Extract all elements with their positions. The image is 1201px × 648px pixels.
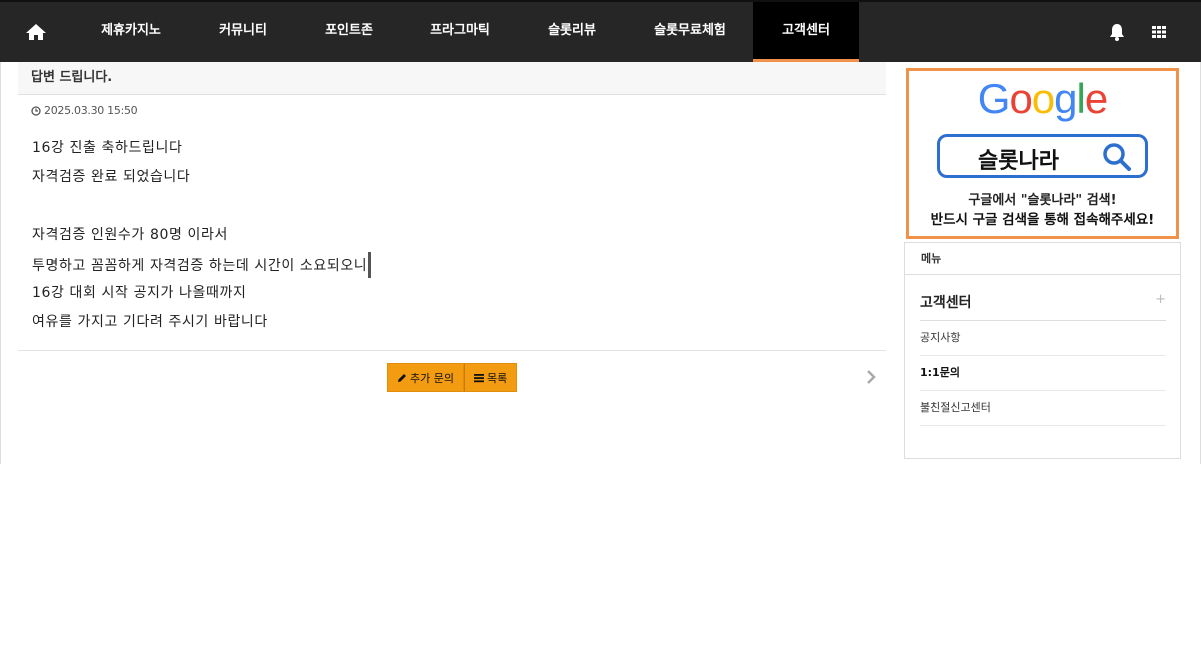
post-action-buttons: 추가 문의 목록 xyxy=(387,363,518,392)
banner-line-1: 구글에서 "슬롯나라" 검색! xyxy=(968,193,1117,208)
sidebar-header-label: 메뉴 xyxy=(921,252,942,265)
post-title-bar: 답변 드립니다. xyxy=(18,62,886,95)
plus-icon[interactable]: + xyxy=(1155,292,1166,307)
add-inquiry-button[interactable]: 추가 문의 xyxy=(387,363,464,392)
post-body-line: 자격검증 완료 되었습니다 xyxy=(32,169,191,185)
nav-item-community[interactable]: 커뮤니티 xyxy=(200,2,286,62)
post-body: 16강 진출 축하드립니다 자격검증 완료 되었습니다 자격검증 인원수가 80… xyxy=(32,137,372,340)
nav-item-free-slot[interactable]: 슬롯무료체험 xyxy=(638,2,742,62)
post-body-line: 자격검증 인원수가 80명 이라서 xyxy=(32,227,228,243)
sidebar-header: 메뉴 xyxy=(905,243,1180,275)
chevron-right-icon[interactable] xyxy=(864,368,878,386)
banner-search-box: 슬롯나라 xyxy=(937,134,1148,178)
text-cursor xyxy=(368,252,372,278)
list-button[interactable]: 목록 xyxy=(463,363,518,392)
nav-item-customer-center[interactable]: 고객센터 xyxy=(753,2,859,62)
post-divider xyxy=(18,350,886,351)
sidebar-category[interactable]: 고객센터 + xyxy=(920,290,1166,321)
search-icon xyxy=(1103,143,1131,171)
nav-item-pragmatic[interactable]: 프라그마틱 xyxy=(414,2,506,62)
grid-menu-icon[interactable] xyxy=(1147,20,1171,44)
post-title: 답변 드립니다. xyxy=(31,70,113,85)
nav-item-partner-casino[interactable]: 제휴카지노 xyxy=(80,2,182,62)
google-search-banner[interactable]: Google 슬롯나라 구글에서 "슬롯나라" 검색! 반드시 구글 검색을 통… xyxy=(906,68,1179,239)
nav-item-point-zone[interactable]: 포인트존 xyxy=(306,2,392,62)
google-logo: Google xyxy=(977,75,1108,122)
post-body-line: 16강 진출 축하드립니다 xyxy=(32,140,183,156)
pencil-icon xyxy=(398,373,406,382)
sidebar-item-complaint-center[interactable]: 불친절신고센터 xyxy=(920,391,1166,426)
post-body-line xyxy=(32,195,371,224)
sidebar-item-notice[interactable]: 공지사항 xyxy=(920,321,1166,356)
post-body-line: 16강 대회 시작 공지가 나올때까지 xyxy=(32,285,247,301)
post-date: 2025.03.30 15:50 xyxy=(31,104,138,117)
sidebar-menu-panel: 메뉴 고객센터 + 공지사항 1:1문의 불친절신고센터 xyxy=(904,242,1181,459)
list-icon xyxy=(473,373,484,382)
bell-icon[interactable] xyxy=(1105,20,1129,44)
post-body-line: 투명하고 꼼꼼하게 자격검증 하는데 시간이 소요되오니 xyxy=(32,252,372,282)
add-inquiry-label: 추가 문의 xyxy=(410,371,454,385)
top-navigation-bar: 제휴카지노 커뮤니티 포인트존 프라그마틱 슬롯리뷰 슬롯무료체험 고객센터 xyxy=(0,0,1201,62)
sidebar-category-label: 고객센터 xyxy=(920,295,972,311)
home-icon[interactable] xyxy=(22,20,50,44)
list-button-label: 목록 xyxy=(486,371,508,385)
banner-line-2: 반드시 구글 검색을 통해 접속해주세요! xyxy=(930,212,1155,228)
nav-item-slot-review[interactable]: 슬롯리뷰 xyxy=(530,2,614,62)
post-body-line-text: 투명하고 꼼꼼하게 자격검증 하는데 시간이 소요되오니 xyxy=(32,258,368,274)
sidebar-item-inquiry[interactable]: 1:1문의 xyxy=(920,356,1166,391)
clock-icon xyxy=(31,105,41,116)
post-date-text: 2025.03.30 15:50 xyxy=(44,104,138,117)
post-body-line: 여유를 가지고 기다려 주시기 바랍니다 xyxy=(32,314,268,330)
banner-search-text: 슬롯나라 xyxy=(978,149,1059,174)
